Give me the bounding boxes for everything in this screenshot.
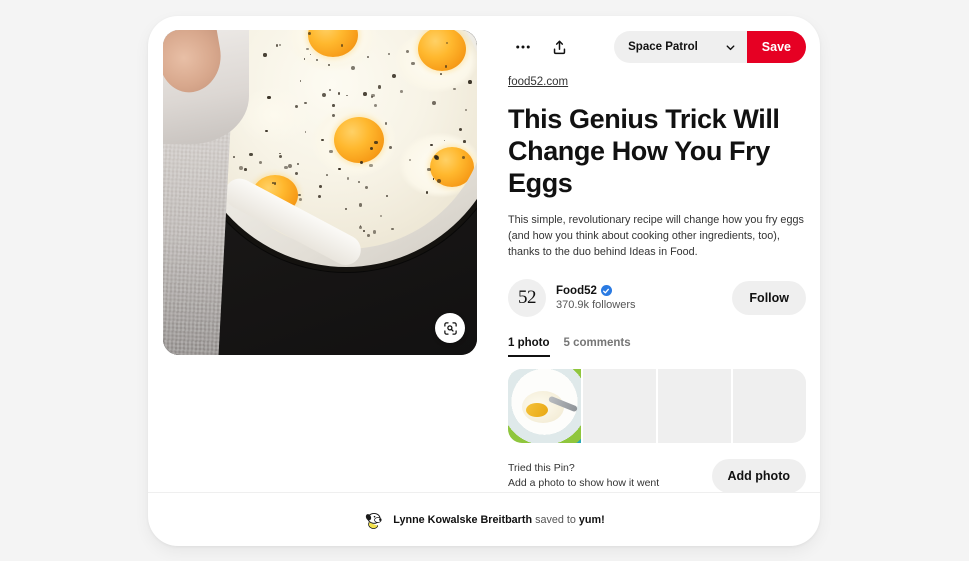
pin-description: This simple, revolutionary recipe will c… — [508, 213, 804, 259]
fried-eggs-photo — [163, 30, 477, 355]
creator-name: Food52 — [556, 284, 597, 297]
page-background: Space Patrol Save food52.com This Genius… — [0, 0, 969, 561]
pin-title: This Genius Trick Will Change How You Fr… — [508, 104, 780, 198]
snoopy-avatar-icon[interactable] — [363, 508, 386, 531]
tab-photos[interactable]: 1 photo — [508, 337, 550, 357]
follow-button[interactable]: Follow — [732, 280, 806, 315]
tried-subtext: Add a photo to show how it went — [508, 476, 660, 489]
pin-tabs: 1 photo 5 comments — [508, 337, 806, 357]
creator-name-row[interactable]: Food52 — [556, 285, 636, 297]
pin-detail-card: Space Patrol Save food52.com This Genius… — [148, 16, 820, 546]
board-selector[interactable]: Space Patrol — [614, 31, 747, 63]
add-photo-button[interactable]: Add photo — [711, 458, 806, 493]
visual-search-icon[interactable] — [435, 313, 465, 343]
photo-tile-empty[interactable] — [733, 368, 806, 443]
tried-heading: Tried this Pin? — [508, 461, 575, 474]
saver-name: Lynne Kowalske Breitbarth — [393, 513, 533, 526]
source-domain-link[interactable]: food52.com — [508, 76, 568, 88]
tab-comments[interactable]: 5 comments — [564, 337, 631, 357]
photo-strip — [508, 368, 806, 443]
pin-detail-column: Space Patrol Save food52.com This Genius… — [508, 30, 806, 493]
photo-tile-empty[interactable] — [658, 368, 731, 443]
tried-this-pin-row: Tried this Pin? Add a photo to show how … — [508, 458, 806, 493]
save-button[interactable]: Save — [746, 31, 806, 63]
board-selector-label: Space Patrol — [628, 41, 698, 53]
chevron-down-icon — [724, 41, 737, 54]
creator-followers: 370.9k followers — [556, 298, 636, 311]
share-upload-icon[interactable] — [544, 32, 574, 62]
photo-tile-filled[interactable] — [508, 368, 581, 443]
plate-thumbnail-image — [508, 368, 581, 443]
photo-tile-empty[interactable] — [583, 368, 656, 443]
tried-this-pin-text: Tried this Pin? Add a photo to show how … — [508, 461, 659, 491]
creator-meta: Food52 370.9k followers — [556, 285, 636, 311]
saved-by-text: Lynne Kowalske Breitbarth saved to yum! — [393, 514, 604, 526]
creator-row: 52 Food52 370.9k followers Follow — [508, 278, 806, 317]
avatar[interactable]: 52 — [508, 278, 546, 317]
saved-by-bar: Lynne Kowalske Breitbarth saved to yum! — [148, 492, 820, 546]
saved-connector: saved to — [532, 513, 579, 526]
save-controls: Space Patrol Save — [614, 31, 806, 63]
saved-board-name[interactable]: yum! — [579, 514, 605, 526]
verified-badge-icon — [600, 285, 612, 297]
plate-yolk — [526, 402, 548, 417]
ellipsis-icon[interactable] — [508, 32, 538, 62]
pin-action-row: Space Patrol Save — [508, 30, 806, 64]
pin-hero-image[interactable] — [163, 30, 477, 355]
